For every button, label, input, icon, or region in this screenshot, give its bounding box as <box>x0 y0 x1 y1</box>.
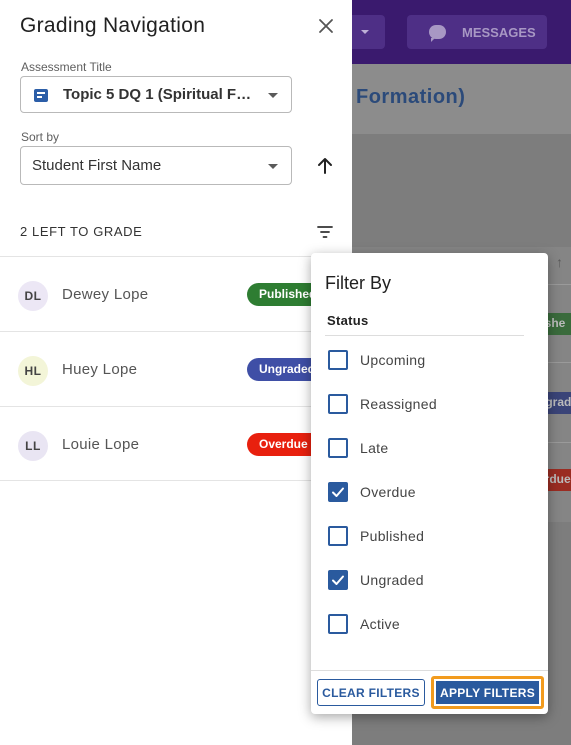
student-name: Dewey Lope <box>62 286 149 303</box>
grading-navigation-drawer: Grading Navigation Assessment Title Topi… <box>0 0 352 745</box>
left-to-grade-count: 2 LEFT TO GRADE <box>20 224 143 239</box>
status-badge: Published <box>247 283 317 306</box>
filter-option-upcoming[interactable]: Upcoming <box>327 349 527 373</box>
top-dropdown-button <box>352 15 385 49</box>
clear-filters-button[interactable]: CLEAR FILTERS <box>317 679 425 706</box>
filter-option-label: Active <box>360 616 400 632</box>
messages-button: MESSAGES <box>407 15 547 49</box>
arrow-up-icon <box>318 158 332 174</box>
filter-option-label: Late <box>360 440 389 456</box>
filter-option-overdue[interactable]: Overdue <box>327 481 527 505</box>
checkbox[interactable] <box>328 482 348 502</box>
caret-down-icon <box>361 30 369 34</box>
filter-option-label: Upcoming <box>360 352 426 368</box>
checkmark-icon <box>332 487 344 497</box>
assessment-icon <box>34 89 48 102</box>
student-row[interactable]: DL Dewey Lope Published <box>0 256 352 331</box>
close-icon <box>319 19 333 33</box>
checkbox[interactable] <box>328 394 348 414</box>
filter-popover: Filter By Status Upcoming Reassigned Lat… <box>311 253 548 714</box>
chevron-down-icon <box>268 164 278 169</box>
apply-filters-button[interactable]: APPLY FILTERS <box>436 681 539 704</box>
checkbox[interactable] <box>328 350 348 370</box>
status-section-heading: Status <box>327 313 369 328</box>
checkbox[interactable] <box>328 438 348 458</box>
chevron-down-icon <box>268 93 278 98</box>
messages-label: MESSAGES <box>462 24 536 40</box>
filter-option-late[interactable]: Late <box>327 437 527 461</box>
filter-option-published[interactable]: Published <box>327 525 527 549</box>
filter-icon <box>317 226 333 238</box>
drawer-title: Grading Navigation <box>20 14 206 37</box>
checkmark-icon <box>332 575 344 585</box>
avatar: HL <box>18 356 48 386</box>
checkbox[interactable] <box>328 526 348 546</box>
sort-by-label: Sort by <box>21 130 60 144</box>
student-name: Huey Lope <box>62 361 138 378</box>
student-name: Louie Lope <box>62 436 140 453</box>
page-heading-fragment: Formation) <box>356 86 466 108</box>
assessment-title-label: Assessment Title <box>21 60 112 74</box>
student-row[interactable]: HL Huey Lope Ungraded <box>0 331 352 406</box>
filter-button[interactable] <box>314 222 336 242</box>
filter-option-label: Published <box>360 528 425 544</box>
assessment-value: Topic 5 DQ 1 (Spiritual Formation) <box>63 86 258 103</box>
filter-option-label: Reassigned <box>360 396 437 412</box>
divider <box>325 335 524 336</box>
avatar: LL <box>18 431 48 461</box>
divider <box>311 670 548 671</box>
close-button[interactable] <box>316 16 336 36</box>
sort-by-value: Student First Name <box>32 157 162 174</box>
avatar: DL <box>18 281 48 311</box>
filter-title: Filter By <box>325 273 392 293</box>
filter-option-ungraded[interactable]: Ungraded <box>327 569 527 593</box>
filter-option-active[interactable]: Active <box>327 613 527 637</box>
sort-direction-button[interactable] <box>314 154 336 178</box>
assessment-select[interactable]: Topic 5 DQ 1 (Spiritual Formation) <box>20 76 292 113</box>
sort-arrow-icon: ↑ <box>556 254 563 270</box>
checkbox[interactable] <box>328 614 348 634</box>
status-badge: Overdue <box>247 433 317 456</box>
sort-by-select[interactable]: Student First Name <box>20 146 292 185</box>
chat-bubble-icon <box>429 25 446 42</box>
status-badge: Ungraded <box>247 358 317 381</box>
checkbox[interactable] <box>328 570 348 590</box>
filter-option-reassigned[interactable]: Reassigned <box>327 393 527 417</box>
filter-option-label: Ungraded <box>360 572 424 588</box>
filter-option-label: Overdue <box>360 484 416 500</box>
student-row[interactable]: LL Louie Lope Overdue <box>0 406 352 481</box>
